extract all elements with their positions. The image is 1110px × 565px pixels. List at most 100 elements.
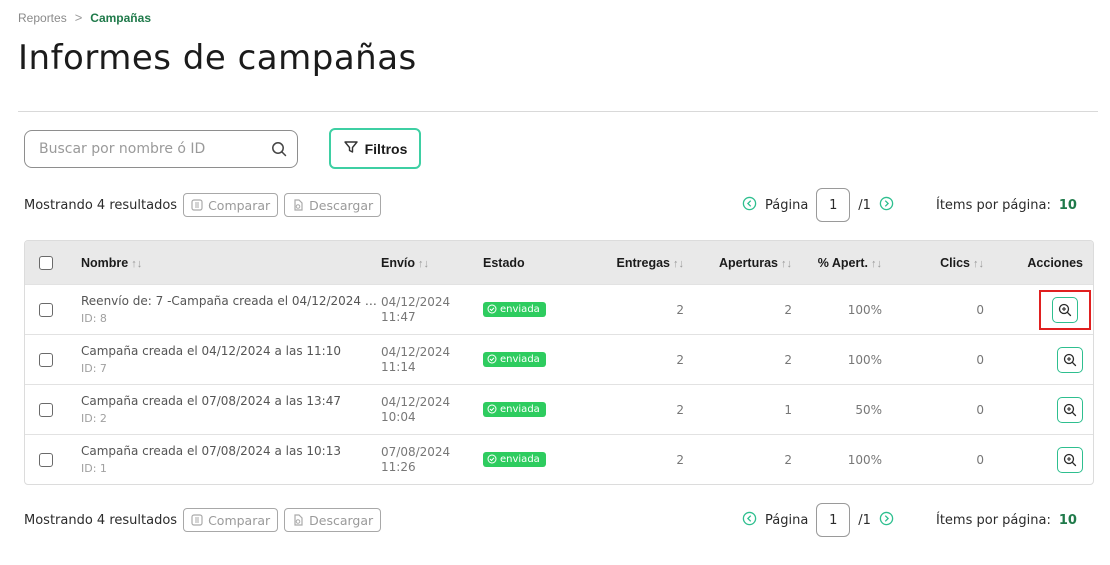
compare-button[interactable]: Comparar <box>183 193 279 217</box>
zoom-in-icon <box>1063 353 1077 366</box>
zoom-in-icon <box>1058 303 1072 316</box>
view-report-button[interactable] <box>1052 296 1078 323</box>
items-per-page: Ítems por página: 10 <box>936 198 1077 213</box>
cell-clicks: 0 <box>976 452 984 467</box>
page-total: /1 <box>858 512 871 528</box>
cell-deliveries: 2 <box>676 302 684 317</box>
cell-deliveries: 2 <box>676 452 684 467</box>
cell-open-pct: 50% <box>855 402 882 417</box>
highlight-box <box>1039 289 1091 330</box>
cell-name: Reenvío de: 7 -Campaña creada el 04/12/2… <box>67 294 381 325</box>
breadcrumb-separator-icon: > <box>74 10 83 25</box>
header-clicks[interactable]: Clics ↑↓ <box>886 256 988 270</box>
sort-icon: ↑↓ <box>418 257 430 270</box>
cell-opens: 2 <box>784 302 792 317</box>
page-input[interactable]: 1 <box>816 188 851 222</box>
chevron-left-circle-icon[interactable] <box>742 511 757 530</box>
cell-opens: 1 <box>784 402 792 417</box>
table-body: Reenvío de: 7 -Campaña creada el 04/12/2… <box>25 284 1093 484</box>
status-badge: enviada <box>483 451 546 467</box>
campaign-name: Campaña creada el 07/08/2024 a las 10:13 <box>81 444 341 458</box>
cell-open-pct: 100% <box>847 302 882 317</box>
zoom-in-icon <box>1063 403 1077 416</box>
sent-date: 04/12/2024 <box>381 394 451 409</box>
items-per-page-label: Ítems por página: <box>936 512 1051 528</box>
view-report-button[interactable] <box>1057 346 1083 373</box>
chevron-left-circle-icon[interactable] <box>742 196 757 215</box>
download-icon <box>294 199 303 211</box>
items-per-page: Ítems por página: 10 <box>936 513 1077 528</box>
page-input[interactable]: 1 <box>816 503 851 537</box>
cell-actions <box>988 346 1093 373</box>
campaign-name: Campaña creada el 04/12/2024 a las 11:10 <box>81 344 341 358</box>
campaign-id: ID: 7 <box>81 362 107 375</box>
row-checkbox[interactable] <box>39 402 53 417</box>
header-deliveries[interactable]: Entregas ↑↓ <box>593 256 688 270</box>
table-row: Reenvío de: 7 -Campaña creada el 04/12/2… <box>25 284 1093 334</box>
download-icon <box>294 514 303 526</box>
cell-sent: 04/12/2024 11:14 <box>381 345 483 375</box>
row-checkbox[interactable] <box>39 302 53 317</box>
table-row: Campaña creada el 07/08/2024 a las 10:13… <box>25 434 1093 484</box>
search-box[interactable] <box>24 130 298 168</box>
header-status: Estado <box>483 255 525 270</box>
header-name[interactable]: Nombre ↑↓ <box>67 256 381 270</box>
cell-sent: 04/12/2024 11:47 <box>381 295 483 325</box>
status-badge: enviada <box>483 401 546 417</box>
download-label: Descargar <box>309 512 374 528</box>
status-badge: enviada <box>483 351 546 367</box>
breadcrumb-parent[interactable]: Reportes <box>18 11 67 25</box>
header-sent[interactable]: Envío ↑↓ <box>381 256 483 270</box>
campaign-name: Campaña creada el 07/08/2024 a las 13:47 <box>81 394 341 408</box>
chevron-right-circle-icon[interactable] <box>879 511 894 530</box>
table-header: Nombre ↑↓ Envío ↑↓ Estado Entregas ↑↓ Apert… <box>25 241 1093 284</box>
divider <box>18 111 1098 112</box>
sent-date: 07/08/2024 <box>381 444 451 459</box>
sort-icon: ↑↓ <box>673 257 684 270</box>
download-label: Descargar <box>309 197 374 213</box>
compare-button[interactable]: Comparar <box>183 508 279 532</box>
cell-sent: 07/08/2024 11:26 <box>381 445 483 475</box>
check-circle-icon <box>487 454 497 464</box>
cell-clicks: 0 <box>976 352 984 367</box>
cell-sent: 04/12/2024 10:04 <box>381 395 483 425</box>
chevron-right-circle-icon[interactable] <box>879 196 894 215</box>
status-badge: enviada <box>483 301 546 317</box>
check-circle-icon <box>487 354 497 364</box>
row-checkbox[interactable] <box>39 452 53 467</box>
sent-time: 10:04 <box>381 409 416 424</box>
campaign-id: ID: 2 <box>81 412 107 425</box>
items-per-page-select[interactable]: 10 <box>1059 198 1077 213</box>
cell-actions <box>988 446 1093 473</box>
cell-name: Campaña creada el 07/08/2024 a las 13:47… <box>67 394 381 425</box>
compare-label: Comparar <box>208 197 271 213</box>
cell-deliveries: 2 <box>676 402 684 417</box>
results-count: Mostrando 4 resultados <box>24 197 178 213</box>
header-open-pct[interactable]: % Apert. ↑↓ <box>796 256 886 270</box>
header-opens[interactable]: Aperturas ↑↓ <box>688 256 796 270</box>
items-per-page-select[interactable]: 10 <box>1059 513 1077 528</box>
cell-opens: 2 <box>784 352 792 367</box>
select-all-checkbox[interactable] <box>39 255 53 270</box>
row-checkbox[interactable] <box>39 352 53 367</box>
filters-button[interactable]: Filtros <box>329 128 421 169</box>
cell-status: enviada <box>483 401 593 418</box>
cell-status: enviada <box>483 301 593 318</box>
check-circle-icon <box>487 304 497 314</box>
view-report-button[interactable] <box>1057 396 1083 423</box>
campaigns-table: Nombre ↑↓ Envío ↑↓ Estado Entregas ↑↓ Apert… <box>24 240 1094 485</box>
sent-date: 04/12/2024 <box>381 344 451 359</box>
cell-name: Campaña creada el 04/12/2024 a las 11:10… <box>67 344 381 375</box>
search-input[interactable] <box>39 141 271 157</box>
download-button[interactable]: Descargar <box>284 508 382 532</box>
page-title: Informes de campañas <box>18 38 417 78</box>
breadcrumb-current: Campañas <box>90 10 151 25</box>
cell-name: Campaña creada el 07/08/2024 a las 10:13… <box>67 444 381 475</box>
campaign-id: ID: 8 <box>81 312 107 325</box>
search-icon[interactable] <box>271 141 287 157</box>
filter-icon <box>343 139 359 158</box>
view-report-button[interactable] <box>1057 446 1083 473</box>
download-button[interactable]: Descargar <box>284 193 382 217</box>
items-per-page-label: Ítems por página: <box>936 197 1051 213</box>
cell-open-pct: 100% <box>847 452 882 467</box>
